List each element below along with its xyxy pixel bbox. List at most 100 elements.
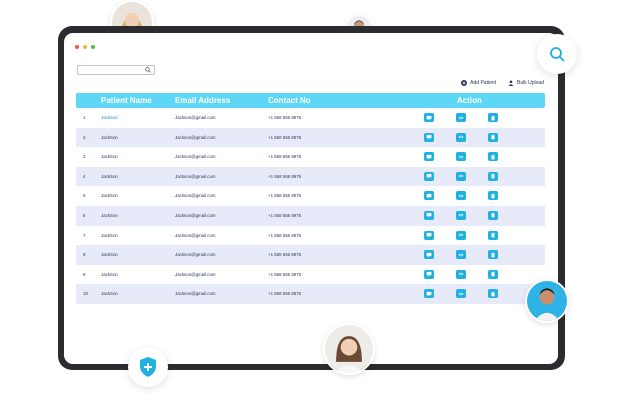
eye-button[interactable] — [456, 152, 466, 162]
message-icon — [426, 173, 432, 179]
trash-button[interactable] — [488, 230, 498, 240]
shield-plus-icon — [140, 357, 156, 377]
eye-button[interactable] — [456, 113, 466, 122]
message-icon — [426, 271, 432, 277]
message-button[interactable] — [424, 132, 434, 142]
message-button[interactable] — [424, 230, 434, 240]
trash-button[interactable] — [488, 289, 498, 299]
table-header: Patient Name Email Address Contact No Ac… — [76, 93, 545, 108]
message-button[interactable] — [424, 113, 434, 122]
trash-button[interactable] — [488, 250, 498, 260]
eye-button[interactable] — [456, 171, 466, 181]
eye-button[interactable] — [456, 250, 466, 260]
eye-icon — [458, 134, 464, 140]
table-actions: Add Patient Bulk Upload — [461, 80, 544, 86]
patient-name-cell[interactable]: JackSon — [101, 174, 118, 179]
message-icon — [426, 154, 432, 160]
add-patient-label: Add Patient — [470, 80, 497, 86]
message-button[interactable] — [424, 171, 434, 181]
eye-icon — [458, 271, 464, 277]
row-number: 4 — [83, 173, 86, 179]
patient-name-cell[interactable]: JackSon — [101, 233, 118, 238]
message-button[interactable] — [424, 269, 434, 279]
eye-button[interactable] — [456, 289, 466, 299]
row-number: 3 — [83, 154, 86, 160]
eye-icon — [458, 154, 464, 160]
users-icon — [508, 80, 514, 86]
row-number: 2 — [83, 134, 86, 140]
message-icon — [426, 291, 432, 297]
eye-button[interactable] — [456, 269, 466, 279]
eye-button[interactable] — [456, 210, 466, 220]
trash-button[interactable] — [488, 132, 498, 142]
patient-name-cell[interactable]: JackSon — [101, 252, 118, 257]
eye-button[interactable] — [456, 132, 466, 142]
col-email: Email Address — [175, 96, 231, 105]
trash-icon — [490, 154, 496, 160]
table-row: 6 JackSon Jackson@gmail.com +1 568 556 8975 — [76, 205, 545, 226]
maximize-dot[interactable] — [91, 45, 95, 49]
message-button[interactable] — [424, 289, 434, 299]
patient-name-cell[interactable]: JackSon — [101, 154, 118, 159]
message-button[interactable] — [424, 191, 434, 201]
add-patient-button[interactable]: Add Patient — [461, 80, 496, 86]
trash-icon — [490, 134, 496, 140]
patient-name-cell[interactable]: JackSon — [101, 213, 118, 218]
patient-name-cell[interactable]: JackSon — [101, 272, 118, 277]
message-button[interactable] — [424, 210, 434, 220]
trash-button[interactable] — [488, 113, 498, 122]
eye-icon — [458, 173, 464, 179]
search-fab[interactable] — [537, 34, 577, 74]
stage: Add Patient Bulk Upload Patient Name Ema… — [0, 0, 640, 400]
search-box[interactable] — [77, 65, 155, 75]
patient-name-cell[interactable]: JackSon — [101, 291, 118, 296]
email-cell: Jackson@gmail.com — [175, 115, 216, 120]
email-cell: Jackson@gmail.com — [175, 154, 216, 160]
trash-button[interactable] — [488, 152, 498, 162]
trash-icon — [490, 212, 496, 218]
table-row: 3 JackSon Jackson@gmail.com +1 568 556 8975 — [76, 147, 545, 167]
message-button[interactable] — [424, 152, 434, 162]
eye-icon — [458, 193, 464, 199]
bulk-upload-button[interactable]: Bulk Upload — [508, 80, 544, 86]
contact-cell: +1 568 556 8975 — [268, 115, 302, 120]
shield-badge — [128, 347, 168, 387]
trash-icon — [490, 193, 496, 199]
col-patient-name: Patient Name — [101, 96, 152, 105]
eye-button[interactable] — [456, 191, 466, 201]
contact-cell: +1 568 556 8975 — [268, 154, 302, 160]
row-number: 9 — [83, 271, 86, 277]
table-row: 10 JackSon Jackson@gmail.com +1 568 556 897… — [76, 284, 545, 304]
bulk-upload-label: Bulk Upload — [517, 80, 544, 86]
message-icon — [426, 115, 432, 121]
email-cell: Jackson@gmail.com — [175, 134, 216, 140]
row-number: 1 — [83, 115, 86, 120]
patients-table: Patient Name Email Address Contact No Ac… — [76, 93, 545, 304]
row-number: 5 — [83, 193, 86, 199]
row-number: 6 — [83, 212, 86, 218]
patient-name-cell[interactable]: JackSon — [101, 115, 118, 120]
eye-button[interactable] — [456, 230, 466, 240]
col-action: Action — [457, 96, 482, 105]
app-screen: Add Patient Bulk Upload Patient Name Ema… — [64, 33, 558, 364]
search-icon[interactable] — [145, 67, 151, 73]
table-row: 1 JackSon Jackson@gmail.com +1 568 556 8975 — [76, 108, 545, 128]
trash-icon — [490, 271, 496, 277]
trash-button[interactable] — [488, 269, 498, 279]
email-cell: Jackson@gmail.com — [175, 271, 216, 277]
trash-icon — [490, 173, 496, 179]
eye-icon — [458, 115, 464, 121]
message-button[interactable] — [424, 250, 434, 260]
minimize-dot[interactable] — [83, 45, 87, 49]
contact-cell: +1 568 556 8975 — [268, 252, 302, 258]
email-cell: Jackson@gmail.com — [175, 252, 216, 258]
trash-button[interactable] — [488, 171, 498, 181]
patient-name-cell[interactable]: JackSon — [101, 193, 118, 198]
close-dot[interactable] — [75, 45, 79, 49]
trash-button[interactable] — [488, 210, 498, 220]
message-icon — [426, 232, 432, 238]
row-number: 7 — [83, 232, 86, 238]
trash-button[interactable] — [488, 191, 498, 201]
message-icon — [426, 134, 432, 140]
patient-name-cell[interactable]: JackSon — [101, 135, 118, 140]
